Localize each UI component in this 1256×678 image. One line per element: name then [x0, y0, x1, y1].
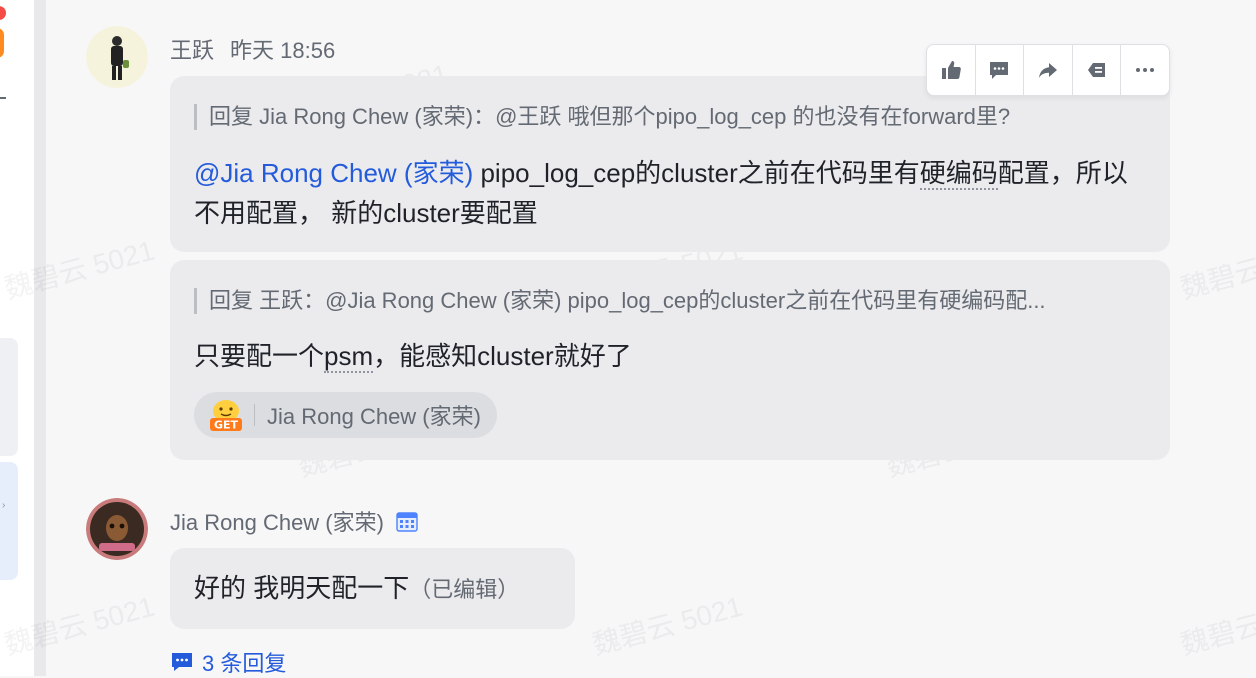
panel-divider[interactable] — [34, 0, 46, 676]
message-sender[interactable]: 王跃 昨天 18:56 — [170, 33, 335, 65]
replies-count[interactable]: 3 条回复 — [202, 646, 286, 678]
calendar-icon[interactable] — [396, 511, 418, 533]
divider — [254, 404, 255, 426]
avatar[interactable] — [86, 26, 148, 88]
message-text-part: 只要配一个 — [194, 341, 325, 371]
svg-text:GET: GET — [214, 419, 239, 432]
chat-list-item-selected[interactable] — [0, 462, 18, 580]
thumbs-up-icon — [941, 61, 961, 79]
avatar[interactable] — [86, 498, 148, 560]
message-action-toolbar — [926, 44, 1170, 96]
watermark: 魏碧云 5021 — [1177, 591, 1256, 661]
message-text-part: ，能感知cluster就好了 — [373, 341, 632, 371]
edited-label: （已编辑） — [409, 577, 520, 602]
quote-reply-button[interactable] — [1073, 45, 1122, 95]
divider — [0, 97, 6, 99]
reply-quote[interactable]: 回复 Jia Rong Chew (家荣)：@王跃 哦但那个pipo_log_c… — [194, 104, 1010, 130]
avatar-groot-icon — [86, 498, 148, 560]
avatar-man-in-suit-icon — [86, 26, 148, 88]
quote-reply-icon — [1087, 63, 1105, 77]
watermark: 魏碧云 5021 — [589, 590, 746, 661]
reaction-chip[interactable]: GET Jia Rong Chew (家荣) — [194, 392, 497, 438]
message-bubble[interactable]: 回复 Jia Rong Chew (家荣)：@王跃 哦但那个pipo_log_c… — [170, 76, 1170, 252]
sender-name[interactable]: Jia Rong Chew (家荣) — [170, 510, 384, 535]
chat-thread: 魏碧云 5021 魏碧云 5021 魏碧云 5021 魏碧云 5021 魏碧云 … — [1, 0, 1256, 678]
thumbs-up-button[interactable] — [927, 45, 976, 95]
mention-link[interactable]: @Jia Rong Chew (家荣) — [194, 158, 473, 188]
reply-quote[interactable]: 回复 王跃：@Jia Rong Chew (家荣) pipo_log_cep的c… — [194, 288, 1046, 314]
forward-icon — [1038, 63, 1057, 78]
message-bubble[interactable]: 回复 王跃：@Jia Rong Chew (家荣) pipo_log_cep的c… — [170, 260, 1170, 460]
message-time: 昨天 18:56 — [230, 38, 336, 63]
message-bubble[interactable]: 好的 我明天配一下（已编辑） — [170, 548, 575, 629]
message-text: 好的 我明天配一下（已编辑） — [194, 568, 519, 610]
more-button[interactable] — [1121, 45, 1169, 95]
message-text-part: pipo_log_cep的cluster之前在代码里有 — [473, 158, 920, 188]
glossary-term[interactable]: 硬编码 — [919, 158, 998, 190]
message-sender[interactable]: Jia Rong Chew (家荣) — [170, 505, 418, 537]
message-text: @Jia Rong Chew (家荣) pipo_log_cep的cluster… — [194, 153, 1134, 233]
sender-name[interactable]: 王跃 — [170, 38, 214, 63]
thread-replies-link[interactable]: 3 条回复 — [170, 646, 286, 678]
more-icon — [1136, 68, 1155, 72]
message-text: 只要配一个psm，能感知cluster就好了 — [194, 336, 632, 376]
message-text-part: 好的 我明天配一下 — [194, 573, 410, 603]
reply-button[interactable] — [976, 45, 1025, 95]
reaction-user: Jia Rong Chew (家荣) — [267, 404, 481, 429]
watermark: 魏碧云 5021 — [1177, 235, 1256, 305]
glossary-term[interactable]: psm — [324, 341, 374, 373]
avatar-edge — [0, 28, 4, 58]
chat-list-item[interactable] — [0, 338, 18, 456]
comment-icon — [990, 62, 1009, 79]
chevron-icon: › — [2, 500, 6, 511]
thread-icon — [172, 653, 192, 671]
get-sticker-icon: GET — [210, 400, 242, 432]
forward-button[interactable] — [1024, 45, 1073, 95]
